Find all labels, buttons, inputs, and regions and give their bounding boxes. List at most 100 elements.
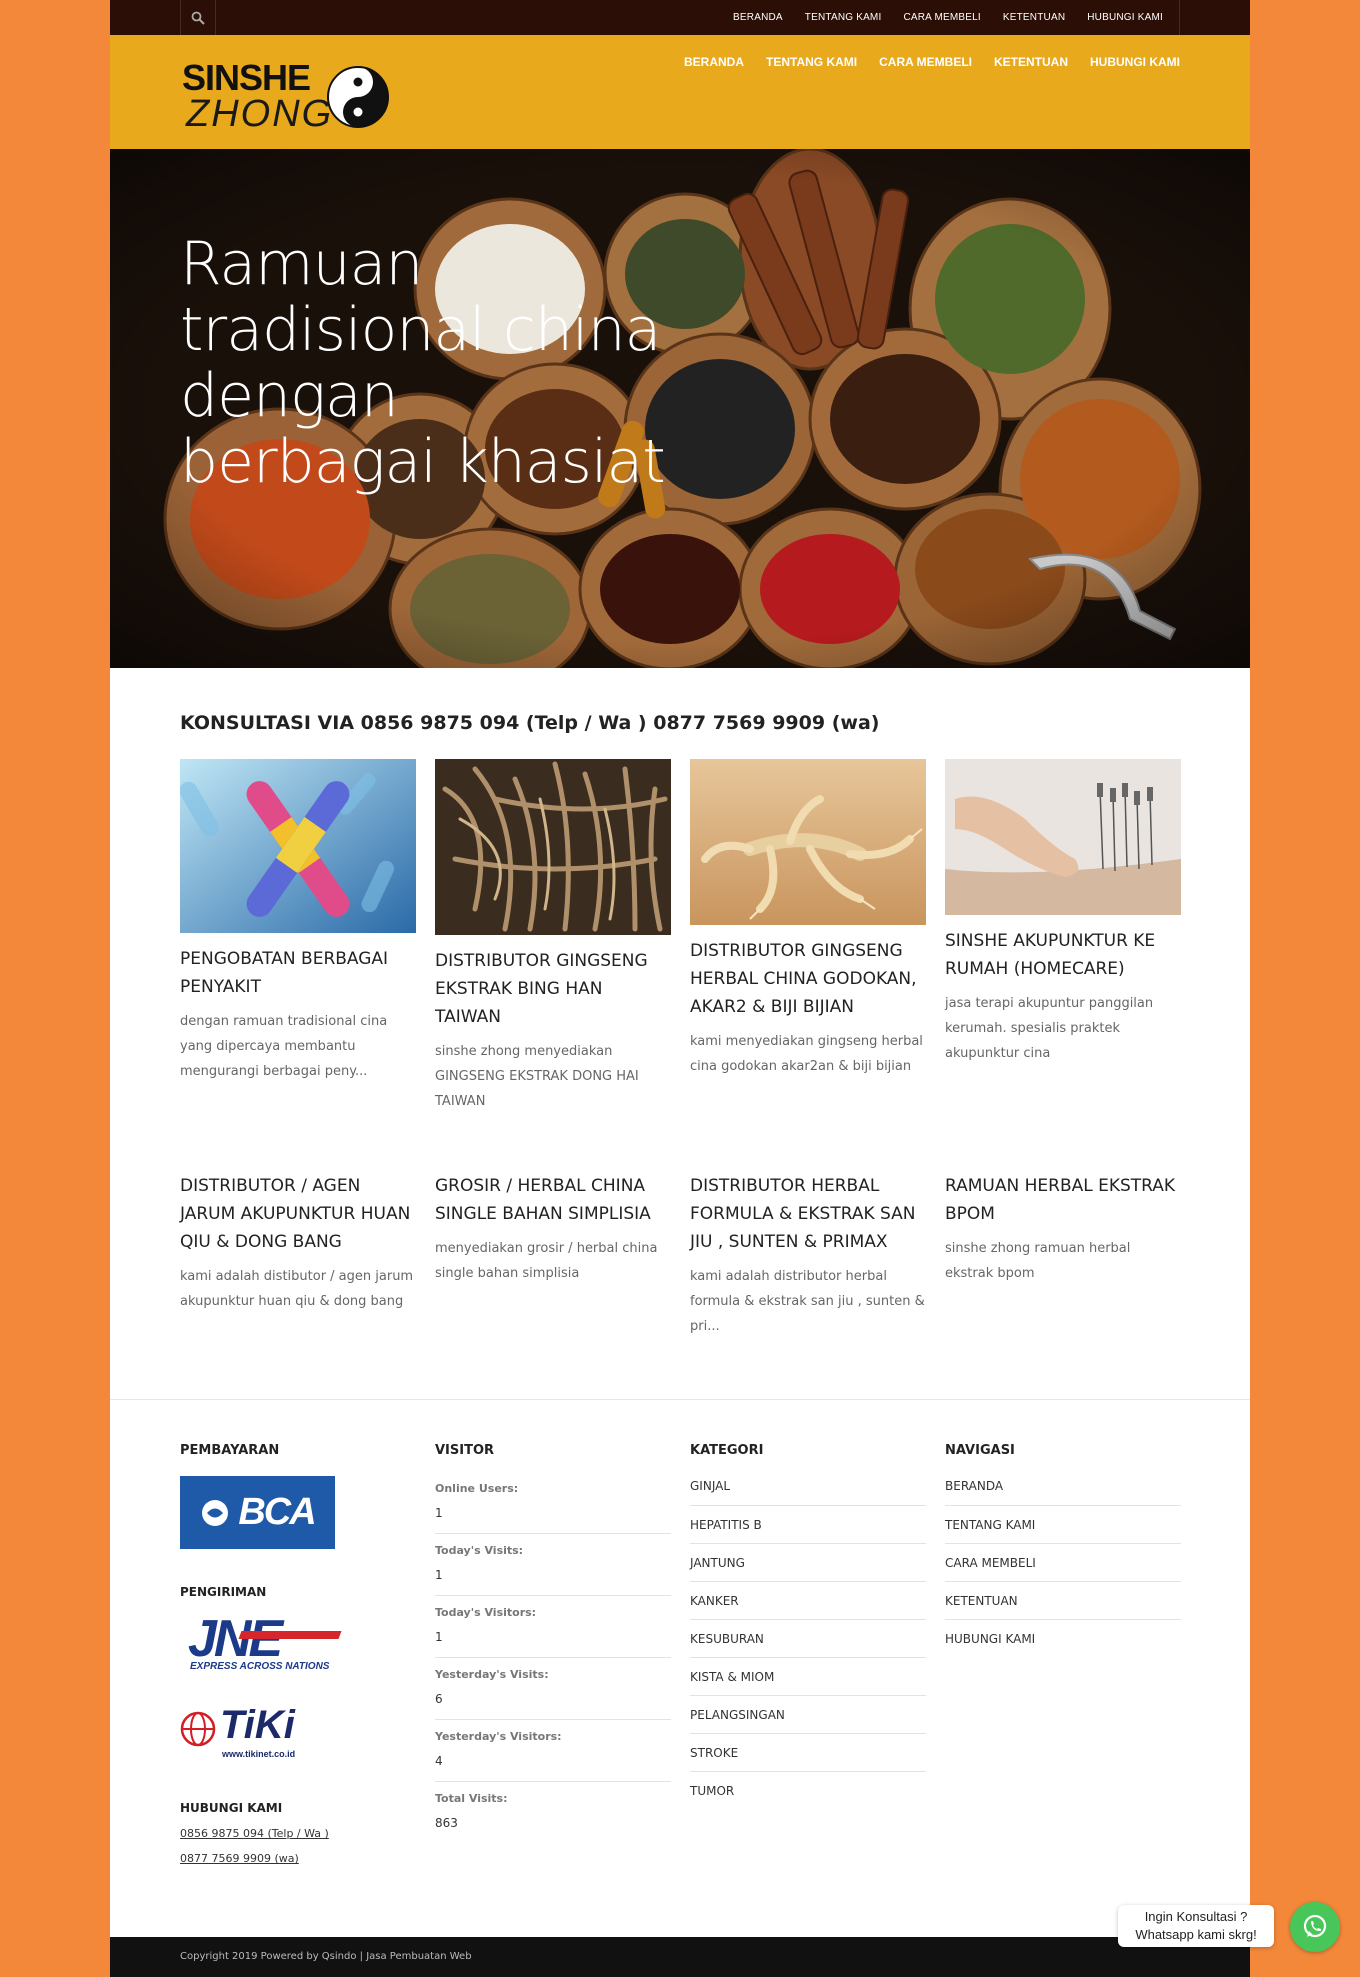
jne-swoosh [238, 1631, 342, 1639]
search-button[interactable] [180, 0, 216, 35]
service-card[interactable]: DISTRIBUTOR GINGSENG EKSTRAK BING HAN TA… [435, 759, 671, 1114]
bca-label: BCA [238, 1491, 316, 1533]
hero-title-line: berbagai khasiat [180, 427, 666, 497]
service-card[interactable]: SINSHE AKUPUNKTUR KE RUMAH (HOMECARE) ja… [945, 759, 1181, 1066]
payment-title: PEMBAYARAN [180, 1443, 280, 1458]
stat-total-visits: Total Visits: 863 [435, 1786, 671, 1843]
topnav-hubungi-kami[interactable]: HUBUNGI KAMI [1087, 12, 1163, 23]
service-title[interactable]: DISTRIBUTOR HERBAL FORMULA & EKSTRAK SAN… [690, 1172, 926, 1256]
service-title[interactable]: PENGOBATAN BERBAGAI PENYAKIT [180, 945, 416, 1001]
hero-title-line: Ramuan [180, 229, 423, 299]
stat-yesterdays-visits: Yesterday's Visits: 6 [435, 1662, 671, 1720]
stat-label: Today's Visits: [435, 1544, 524, 1557]
ginseng-roots-image [435, 759, 671, 935]
section-divider [110, 1399, 1250, 1400]
service-title[interactable]: DISTRIBUTOR GINGSENG EKSTRAK BING HAN TA… [435, 947, 671, 1031]
category-link-stroke[interactable]: STROKE [690, 1734, 926, 1772]
footer-nav-column: NAVIGASI BERANDA TENTANG KAMI CARA MEMBE… [945, 1443, 1181, 1658]
category-link-kanker[interactable]: KANKER [690, 1582, 926, 1620]
nav-title: NAVIGASI [945, 1443, 1015, 1458]
service-desc: menyediakan grosir / herbal china single… [435, 1241, 658, 1281]
service-desc: kami adalah distibutor / agen jarum akup… [180, 1269, 414, 1309]
contact-phone-2[interactable]: 0877 7569 9909 (wa) [180, 1846, 416, 1871]
stat-value: 1 [435, 1563, 671, 1596]
nav-beranda[interactable]: BERANDA [684, 55, 744, 69]
category-link-jantung[interactable]: JANTUNG [690, 1544, 926, 1582]
service-title[interactable]: RAMUAN HERBAL EKSTRAK BPOM [945, 1172, 1181, 1228]
footer-nav-ketentuan[interactable]: KETENTUAN [945, 1582, 1181, 1620]
footer-nav-beranda[interactable]: BERANDA [945, 1476, 1181, 1506]
chromosome-image [180, 759, 416, 933]
category-link-ginjal[interactable]: GINJAL [690, 1476, 926, 1506]
stat-value: 6 [435, 1687, 671, 1720]
whatsapp-icon [1303, 1914, 1327, 1938]
jne-logo: JNE EXPRESS ACROSS NATIONS [180, 1609, 342, 1679]
nav-cara-membeli[interactable]: CARA MEMBELI [879, 55, 972, 69]
top-bar: BERANDA TENTANG KAMI CARA MEMBELI KETENT… [110, 0, 1250, 35]
stat-value: 863 [435, 1816, 458, 1830]
bca-emblem-icon [202, 1499, 229, 1526]
tiki-logo: TiKi www.tikinet.co.id [180, 1703, 340, 1767]
topnav-cara-membeli[interactable]: CARA MEMBELI [903, 12, 980, 23]
category-link-tumor[interactable]: TUMOR [690, 1772, 926, 1810]
stat-value: 1 [435, 1625, 671, 1658]
contact-phone-1[interactable]: 0856 9875 094 (Telp / Wa ) [180, 1821, 416, 1846]
category-link-hepatitis-b[interactable]: HEPATITIS B [690, 1506, 926, 1544]
footer-nav-tentang-kami[interactable]: TENTANG KAMI [945, 1506, 1181, 1544]
yin-yang-icon [327, 66, 389, 128]
stat-label: Today's Visitors: [435, 1606, 537, 1619]
footer-payment-column: PEMBAYARAN BCA PENGIRIMAN JNE EXPRESS AC… [180, 1443, 416, 1871]
service-card[interactable]: PENGOBATAN BERBAGAI PENYAKIT dengan ramu… [180, 759, 416, 1084]
category-link-kesuburan[interactable]: KESUBURAN [690, 1620, 926, 1658]
topnav-ketentuan[interactable]: KETENTUAN [1003, 12, 1065, 23]
jne-tagline: EXPRESS ACROSS NATIONS [190, 1661, 330, 1672]
service-title[interactable]: GROSIR / HERBAL CHINA SINGLE BAHAN SIMPL… [435, 1172, 671, 1228]
footer-nav-cara-membeli[interactable]: CARA MEMBELI [945, 1544, 1181, 1582]
service-image-acupuncture[interactable] [945, 759, 1181, 915]
ginseng-herbal-image [690, 759, 926, 925]
nav-tentang-kami[interactable]: TENTANG KAMI [766, 55, 857, 69]
stat-label: Yesterday's Visitors: [435, 1730, 562, 1743]
main-nav: BERANDA TENTANG KAMI CARA MEMBELI KETENT… [684, 55, 1180, 69]
service-card[interactable]: GROSIR / HERBAL CHINA SINGLE BAHAN SIMPL… [435, 1160, 671, 1286]
service-card[interactable]: DISTRIBUTOR / AGEN JARUM AKUPUNKTUR HUAN… [180, 1160, 416, 1314]
service-desc: sinshe zhong ramuan herbal ekstrak bpom [945, 1241, 1131, 1281]
topnav-beranda[interactable]: BERANDA [733, 12, 783, 23]
nav-ketentuan[interactable]: KETENTUAN [994, 55, 1068, 69]
stat-label: Online Users: [435, 1482, 519, 1495]
service-title[interactable]: SINSHE AKUPUNKTUR KE RUMAH (HOMECARE) [945, 927, 1181, 983]
footer-nav-hubungi-kami[interactable]: HUBUNGI KAMI [945, 1620, 1181, 1658]
whatsapp-button[interactable] [1290, 1902, 1340, 1952]
nav-hubungi-kami[interactable]: HUBUNGI KAMI [1090, 55, 1180, 69]
service-card[interactable]: RAMUAN HERBAL EKSTRAK BPOM sinshe zhong … [945, 1160, 1181, 1286]
category-link-pelangsingan[interactable]: PELANGSINGAN [690, 1696, 926, 1734]
whatsapp-bubble[interactable]: Ingin Konsultasi ? Whatsapp kami skrg! [1118, 1905, 1274, 1947]
stat-label: Yesterday's Visits: [435, 1668, 549, 1681]
tiki-label: TiKi [220, 1703, 295, 1747]
site-logo[interactable]: SINSHE ZHONG [180, 57, 400, 137]
visitor-title: VISITOR [435, 1443, 495, 1458]
search-icon [191, 11, 205, 25]
top-nav: BERANDA TENTANG KAMI CARA MEMBELI KETENT… [733, 0, 1180, 35]
stat-yesterdays-visitors: Yesterday's Visitors: 4 [435, 1724, 671, 1782]
category-link-kista-miom[interactable]: KISTA & MIOM [690, 1658, 926, 1696]
service-card[interactable]: DISTRIBUTOR HERBAL FORMULA & EKSTRAK SAN… [690, 1160, 926, 1339]
service-desc: jasa terapi akupuntur panggilan kerumah.… [945, 996, 1154, 1061]
acupuncture-image [945, 759, 1181, 915]
whatsapp-bubble-line: Ingin Konsultasi ? [1144, 1909, 1248, 1924]
service-image-ginseng-roots[interactable] [435, 759, 671, 935]
service-desc: kami menyediakan gingseng herbal cina go… [690, 1034, 923, 1074]
service-card[interactable]: DISTRIBUTOR GINGSENG HERBAL CHINA GODOKA… [690, 759, 926, 1079]
service-image-chromosome[interactable] [180, 759, 416, 933]
topnav-tentang-kami[interactable]: TENTANG KAMI [805, 12, 882, 23]
service-image-ginseng[interactable] [690, 759, 926, 925]
jne-label: JNE [188, 1610, 283, 1668]
hero-title-line: dengan [180, 361, 399, 431]
service-title[interactable]: DISTRIBUTOR / AGEN JARUM AKUPUNKTUR HUAN… [180, 1172, 416, 1256]
copyright-text: Copyright 2019 Powered by Qsindo | Jasa … [180, 1951, 472, 1962]
service-title[interactable]: DISTRIBUTOR GINGSENG HERBAL CHINA GODOKA… [690, 937, 926, 1021]
service-desc: dengan ramuan tradisional cina yang dipe… [180, 1014, 388, 1079]
stat-label: Total Visits: [435, 1792, 508, 1805]
tiki-url: www.tikinet.co.id [222, 1749, 296, 1759]
hero-banner: Ramuan tradisional china dengan berbagai… [110, 149, 1250, 668]
